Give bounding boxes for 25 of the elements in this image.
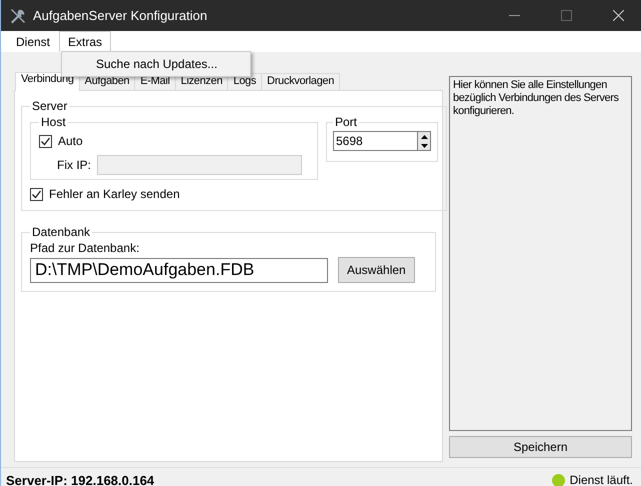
checkbox[interactable] — [30, 188, 43, 200]
menu-option[interactable]: Suche nach Updates... — [62, 54, 250, 74]
server-ip: Server-IP: 192.168.0.164 — [6, 472, 156, 486]
save-button[interactable]: Speichern — [449, 436, 632, 458]
menu-item[interactable]: Extras — [59, 31, 112, 52]
field-label: Fix IP: — [57, 158, 92, 172]
group-title: Server — [31, 99, 68, 113]
tools-icon — [9, 6, 27, 24]
group-title: Host — [40, 115, 67, 129]
field-label: Pfad zur Datenbank: — [30, 241, 140, 255]
tab[interactable]: Druckvorlagen — [261, 73, 340, 90]
group-title: Datenbank — [31, 225, 92, 239]
checkbox-label: Fehler an Karley senden — [49, 187, 180, 201]
checkbox-label: Auto — [58, 134, 83, 148]
path-field[interactable]: D:\TMP\DemoAufgaben.FDB — [30, 258, 328, 282]
status-text: Dienst läuft. — [570, 473, 633, 486]
checkbox[interactable] — [39, 134, 52, 148]
help-text: Hier können Sie alle Einstellungen bezüglich Verbindungen des Servers konfigurieren. — [449, 76, 632, 431]
select-button[interactable]: Auswählen — [338, 257, 415, 283]
tab[interactable]: Verbindung — [15, 72, 80, 91]
menu-item[interactable]: Dienst — [7, 31, 60, 52]
port-field[interactable]: 5698 — [333, 131, 417, 151]
group-title: Port — [334, 115, 358, 129]
spin-arrows-icon[interactable] — [417, 131, 431, 151]
window-title: AufgabenServer Konfiguration — [33, 8, 208, 23]
